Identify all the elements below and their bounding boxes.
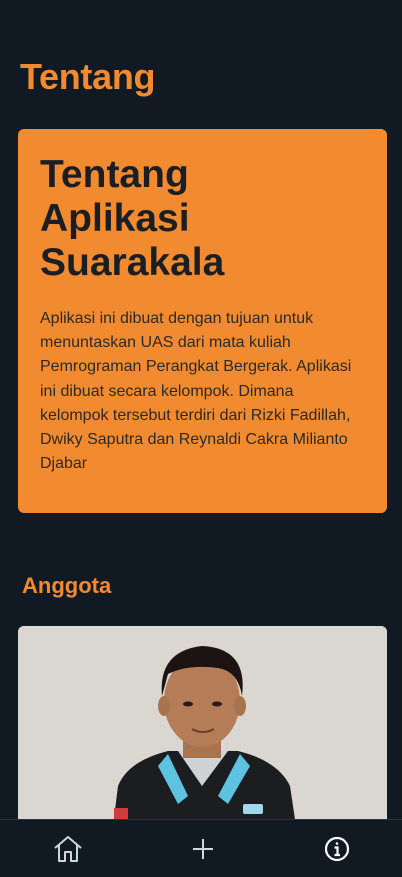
plus-icon <box>193 839 213 859</box>
about-description: Aplikasi ini dibuat dengan tujuan untuk … <box>40 310 352 473</box>
about-card: Tentang Aplikasi Suarakala Aplikasi ini … <box>18 129 387 513</box>
nav-home-button[interactable] <box>51 832 85 866</box>
about-title: Tentang Aplikasi Suarakala <box>40 153 225 284</box>
bottom-navigation <box>0 819 402 877</box>
page-title: Tentang <box>20 56 156 97</box>
member-photo <box>18 626 387 826</box>
info-icon <box>324 836 350 862</box>
nav-add-button[interactable] <box>186 832 220 866</box>
members-section-title: Anggota <box>22 573 112 598</box>
member-card <box>18 626 387 826</box>
nav-info-button[interactable] <box>320 832 354 866</box>
home-icon <box>54 836 82 862</box>
